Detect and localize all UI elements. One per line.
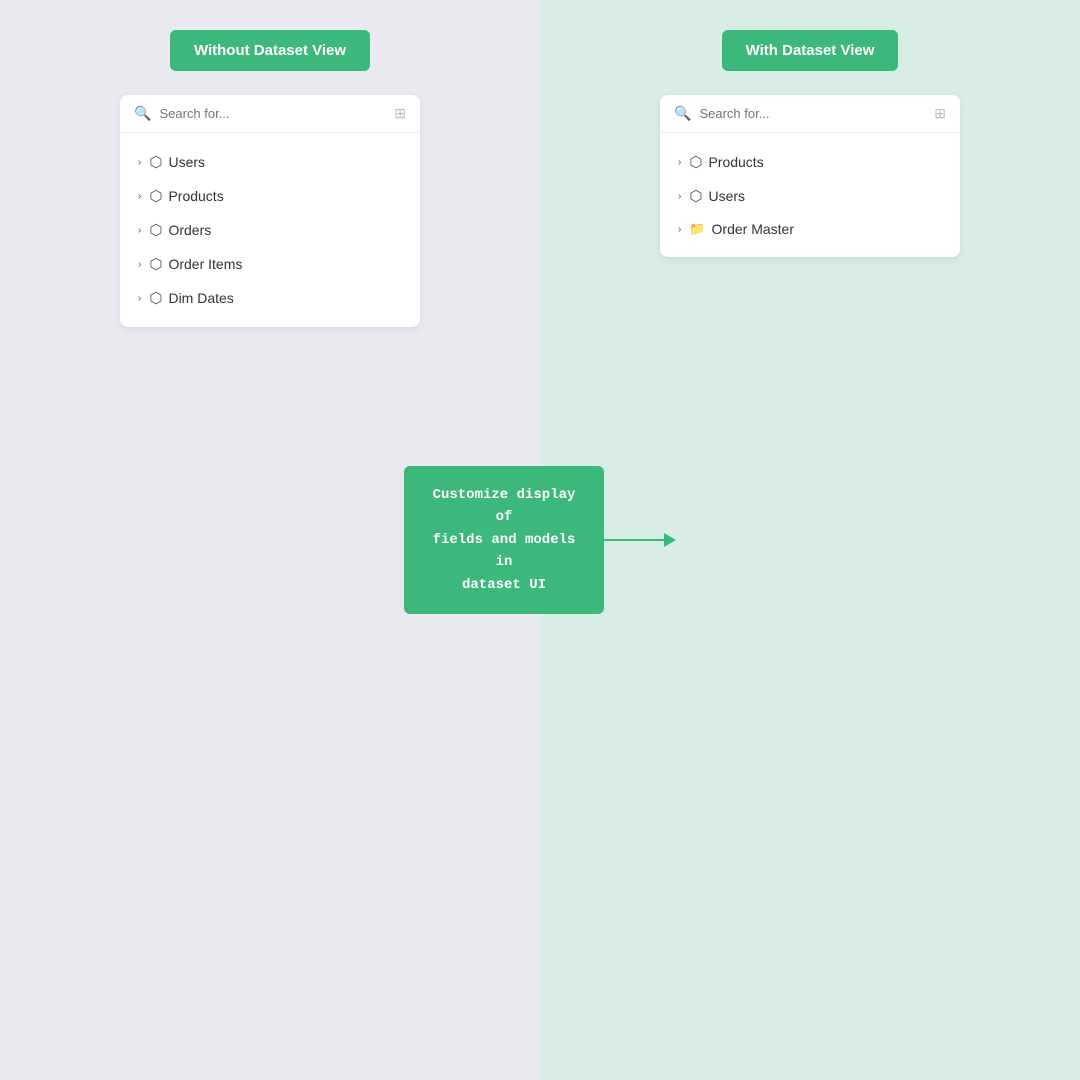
right-search-bar: 🔍 ⊞ <box>660 95 960 133</box>
cube-icon-users: ⬡ <box>149 153 162 171</box>
right-filter-icon[interactable]: ⊞ <box>934 105 946 122</box>
cube-icon-products: ⬡ <box>149 187 162 205</box>
arrow-line <box>604 533 676 547</box>
without-dataset-label: Without Dataset View <box>170 30 370 71</box>
page-container: Without Dataset View 🔍 ⊞ › ⬡ Users › ⬡ <box>0 0 1080 1080</box>
folder-icon-order-master: 📁 <box>689 221 705 237</box>
cube-icon-orders: ⬡ <box>149 221 162 239</box>
cube-icon-right-users: ⬡ <box>689 187 702 205</box>
left-tree-list: › ⬡ Users › ⬡ Products › ⬡ Orders <box>120 133 420 327</box>
left-panel-card: 🔍 ⊞ › ⬡ Users › ⬡ Products <box>120 95 420 327</box>
right-tree-item-products[interactable]: › ⬡ Products <box>660 145 960 179</box>
chevron-right-order-master: › <box>678 224 681 235</box>
left-tree-item-users[interactable]: › ⬡ Users <box>120 145 420 179</box>
chevron-products: › <box>138 191 141 202</box>
tooltip-box: Customize display offields and models in… <box>404 466 604 614</box>
left-search-bar: 🔍 ⊞ <box>120 95 420 133</box>
left-tree-item-order-items[interactable]: › ⬡ Order Items <box>120 247 420 281</box>
left-label-users: Users <box>168 154 205 170</box>
left-search-icon: 🔍 <box>134 105 151 122</box>
right-tree-list: › ⬡ Products › ⬡ Users › 📁 Order Master <box>660 133 960 257</box>
left-tree-item-orders[interactable]: › ⬡ Orders <box>120 213 420 247</box>
right-tree-item-order-master[interactable]: › 📁 Order Master <box>660 213 960 245</box>
left-search-input[interactable] <box>159 106 386 121</box>
cube-icon-dim-dates: ⬡ <box>149 289 162 307</box>
chevron-dim-dates: › <box>138 293 141 304</box>
arrow-head <box>664 533 676 547</box>
right-tree-item-users[interactable]: › ⬡ Users <box>660 179 960 213</box>
with-dataset-label: With Dataset View <box>722 30 899 71</box>
right-label-users: Users <box>708 188 745 204</box>
left-label-order-items: Order Items <box>168 256 242 272</box>
chevron-right-products: › <box>678 157 681 168</box>
right-panel-card: 🔍 ⊞ › ⬡ Products › ⬡ Users <box>660 95 960 257</box>
left-tree-item-dim-dates[interactable]: › ⬡ Dim Dates <box>120 281 420 315</box>
right-search-icon: 🔍 <box>674 105 691 122</box>
left-label-orders: Orders <box>168 222 211 238</box>
right-label-order-master: Order Master <box>712 221 794 237</box>
left-filter-icon[interactable]: ⊞ <box>394 105 406 122</box>
chevron-right-users: › <box>678 191 681 202</box>
right-label-products: Products <box>708 154 763 170</box>
left-label-products: Products <box>168 188 223 204</box>
left-label-dim-dates: Dim Dates <box>168 290 233 306</box>
chevron-users: › <box>138 157 141 168</box>
chevron-orders: › <box>138 225 141 236</box>
content-area: Without Dataset View 🔍 ⊞ › ⬡ Users › ⬡ <box>0 0 1080 1080</box>
middle-area: Customize display offields and models in… <box>404 466 676 614</box>
arrow-shaft <box>604 539 664 541</box>
cube-icon-order-items: ⬡ <box>149 255 162 273</box>
cube-icon-right-products: ⬡ <box>689 153 702 171</box>
left-tree-item-products[interactable]: › ⬡ Products <box>120 179 420 213</box>
chevron-order-items: › <box>138 259 141 270</box>
tooltip-text: Customize display offields and models in… <box>433 487 576 593</box>
right-search-input[interactable] <box>699 106 926 121</box>
